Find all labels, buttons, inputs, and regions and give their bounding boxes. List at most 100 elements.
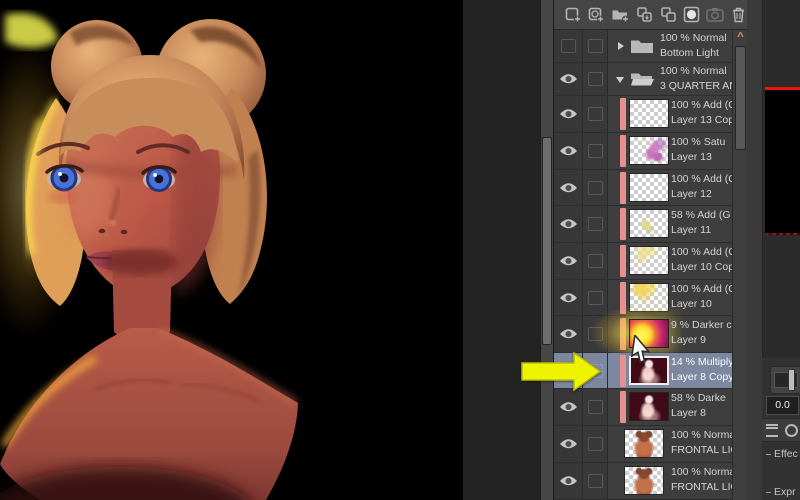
layer-blend-mode: 100 % Add (G [671,246,733,258]
layer-thumbnail[interactable] [629,319,669,348]
merge-down-icon[interactable] [659,5,678,24]
eye-icon[interactable] [559,401,578,413]
layer-row[interactable]: 9 % Darker c Layer 9 [554,308,733,358]
layer-blend-mode: 100 % Normal [671,466,733,478]
visibility-cell[interactable] [554,170,583,205]
visibility-cell[interactable] [554,30,583,62]
visibility-cell[interactable] [554,133,583,169]
layer-thumbnail[interactable] [629,173,669,202]
mask-icon[interactable] [682,5,701,24]
eye-icon[interactable] [559,73,578,85]
eye-icon[interactable] [559,182,578,194]
eye-icon[interactable] [559,218,578,230]
layer-blend-mode: 14 % Multiply [671,356,733,368]
property-panel-header [762,418,800,442]
red-marker-line [765,87,800,90]
canvas-viewport[interactable] [0,0,463,500]
layer-thumbnail[interactable] [629,283,669,312]
visibility-cell[interactable] [554,389,583,425]
visibility-cell[interactable] [554,316,583,352]
layer-color-bar [620,98,626,130]
visibility-cell[interactable] [554,280,583,315]
menu-icon[interactable] [766,423,778,437]
layer-thumbnail[interactable] [624,466,664,495]
palette-ring-icon[interactable] [785,423,798,437]
lock-cell[interactable] [583,280,608,315]
layer-color-bar [620,208,626,240]
eye-icon[interactable] [559,365,578,377]
lock-cell[interactable] [583,63,608,95]
layer-thumbnail[interactable] [629,136,669,165]
visibility-cell[interactable] [554,206,583,242]
layer-blend-mode: 100 % Normal [671,429,733,441]
effect-label: Effec [766,448,798,460]
visibility-cell[interactable] [554,426,583,462]
new-folder-icon[interactable] [611,5,630,24]
eye-icon[interactable] [559,438,578,450]
eye-icon[interactable] [559,475,578,487]
delete-layer-icon[interactable] [729,5,748,24]
lock-cell[interactable] [583,133,608,169]
layer-thumbnail[interactable] [629,246,669,275]
layer-row-selected[interactable]: 14 % Multiply Layer 8 Copy [554,353,733,389]
layer-palette-toolbar [554,0,748,30]
eye-icon[interactable] [559,328,578,340]
lock-cell[interactable] [583,30,608,62]
palette-scrollbar-thumb[interactable] [735,46,746,150]
layer-row[interactable]: 100 % Normal FRONTAL LIG [554,426,733,463]
tolerance-slider[interactable] [770,366,800,394]
lock-cell[interactable] [583,353,608,388]
checkbox-outline-icon [587,217,603,231]
lock-cell[interactable] [583,316,608,352]
layer-color-bar [620,318,626,350]
eye-icon[interactable] [559,145,578,157]
layer-thumbnail[interactable] [629,99,669,128]
lock-cell[interactable] [583,426,608,462]
eye-icon[interactable] [559,292,578,304]
visibility-cell[interactable] [554,463,583,499]
layer-thumbnail[interactable] [629,356,669,385]
layer-blend-mode: 100 % Add (G [671,283,733,295]
lock-cell[interactable] [583,96,608,132]
lock-cell[interactable] [583,170,608,205]
layer-thumbnail[interactable] [629,392,669,421]
layer-name: Layer 13 [671,151,712,163]
slider-handle[interactable] [788,369,795,391]
layer-row[interactable]: 100 % Satu Layer 13 [554,133,733,170]
lock-cell[interactable] [583,206,608,242]
layer-row[interactable]: 100 % Add (G Layer 13 Copy [554,96,733,133]
layer-row[interactable]: 100 % Normal FRONTAL LIG [554,463,733,500]
eye-icon[interactable] [559,108,578,120]
layer-folder-row[interactable]: 100 % Normal 3 QUARTER AND F [554,63,733,96]
layer-thumbnail[interactable] [624,429,664,458]
visibility-cell[interactable] [554,96,583,132]
transfer-down-icon[interactable] [635,5,654,24]
checkbox-outline-icon [587,437,603,451]
lock-cell[interactable] [583,243,608,279]
new-layer-icon[interactable] [564,5,583,24]
canvas-scrollbar-thumb[interactable] [542,137,552,345]
visibility-cell[interactable] [554,63,583,95]
palette-vertical-scrollbar[interactable]: ^ [732,30,748,500]
layer-row[interactable]: 100 % Add (G Layer 10 Copy [554,243,733,280]
lock-cell[interactable] [583,389,608,425]
chevron-down-icon[interactable] [616,77,624,83]
visibility-cell[interactable] [554,243,583,279]
visibility-cell[interactable] [554,353,583,388]
layer-row[interactable]: 58 % Add (G Layer 11 [554,206,733,243]
pasteboard [463,0,540,500]
chevron-right-icon[interactable] [618,42,624,50]
layer-row[interactable]: 58 % Darke Layer 8 [554,389,733,426]
new-layer-alt-icon[interactable] [588,5,607,24]
layer-blend-mode: 9 % Darker c [671,319,732,331]
layer-row[interactable]: 100 % Add (G Layer 12 [554,170,733,206]
layer-thumbnail[interactable] [629,209,669,238]
value-field[interactable]: 0.0 [766,396,799,415]
scroll-up-icon[interactable]: ^ [735,32,746,43]
layer-folder-row[interactable]: 100 % Normal Bottom Light [554,30,733,63]
canvas-vertical-scrollbar[interactable] [540,0,554,500]
layer-color-bar [620,355,626,387]
layer-row[interactable]: 100 % Add (G Layer 10 [554,280,733,316]
lock-cell[interactable] [583,463,608,499]
eye-icon[interactable] [559,255,578,267]
